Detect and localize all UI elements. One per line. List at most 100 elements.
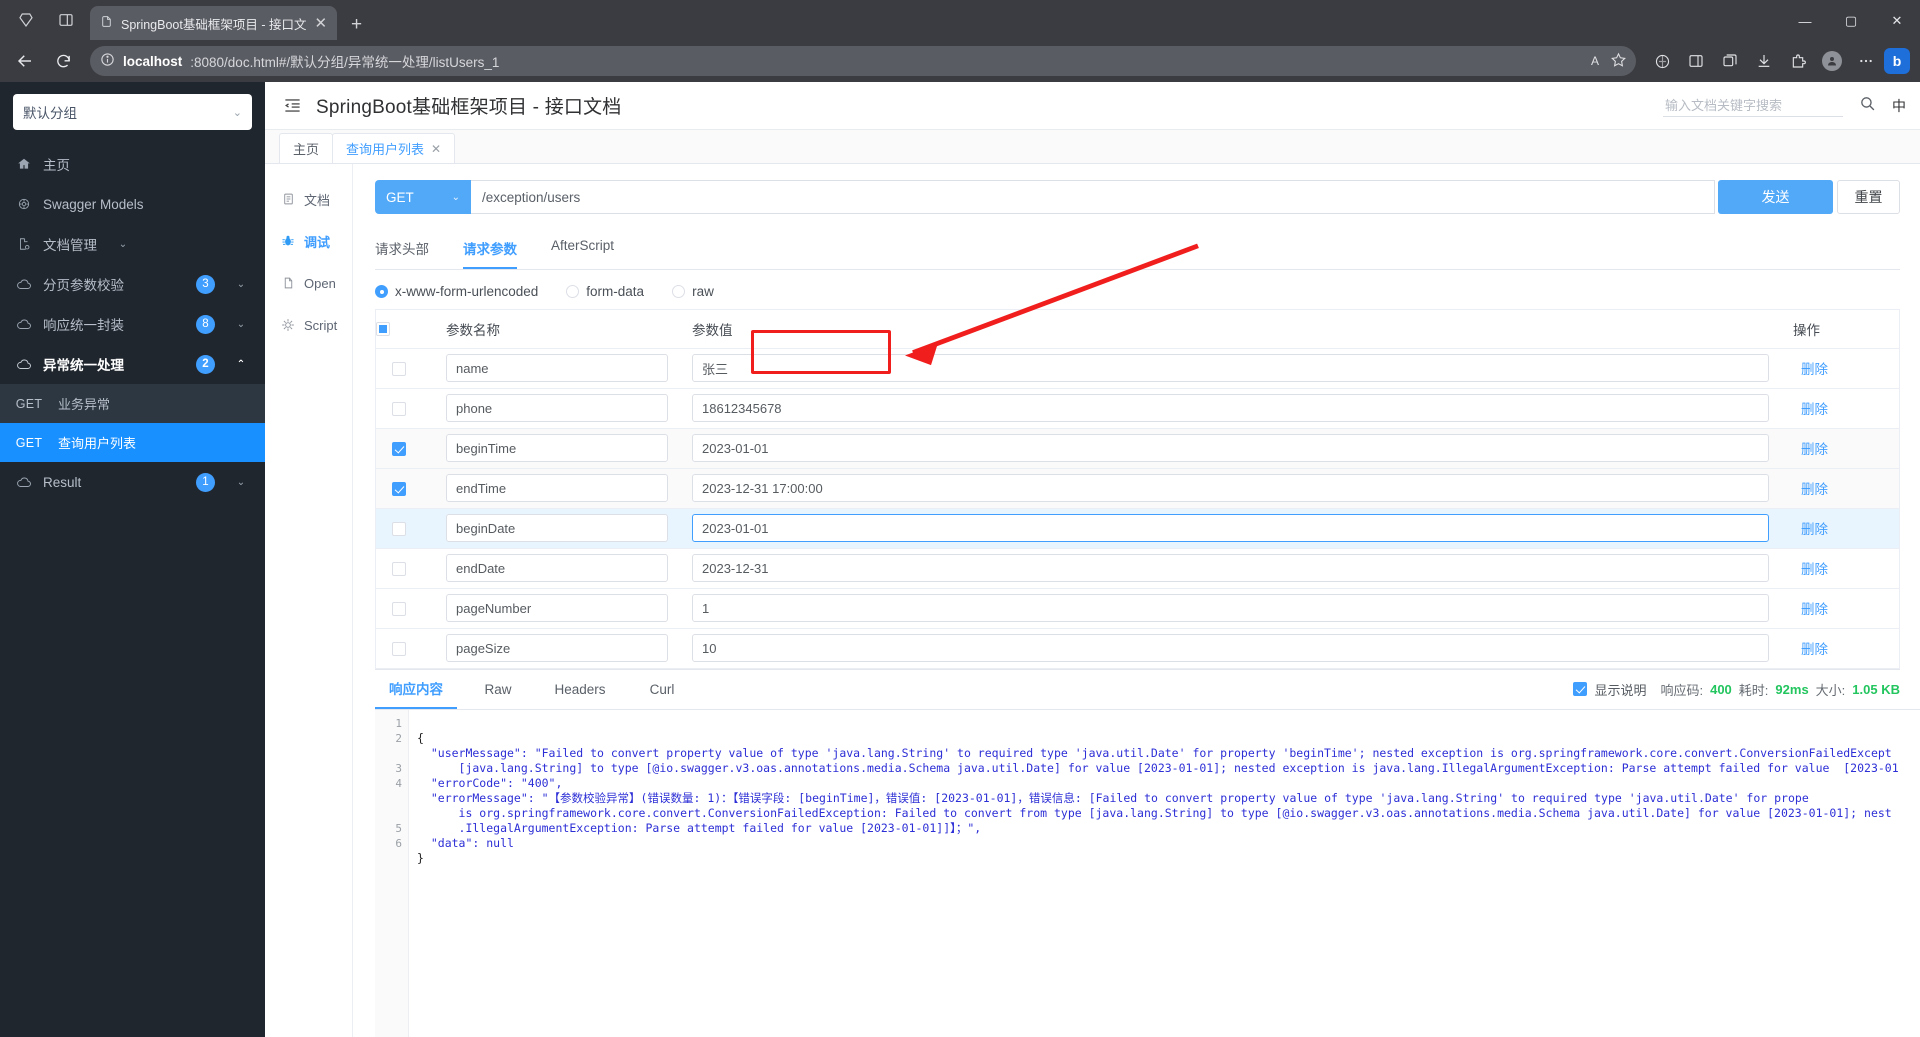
chevron-down-icon[interactable]: ⌄ bbox=[233, 319, 249, 330]
delete-link[interactable]: 删除 bbox=[1793, 362, 1828, 377]
param-value-cell[interactable]: 2023-12-31 bbox=[680, 548, 1781, 589]
param-value-cell[interactable]: 2023-12-31 17:00:00 bbox=[680, 468, 1781, 509]
info-icon[interactable] bbox=[100, 52, 115, 70]
chevron-down-icon[interactable]: ⌄ bbox=[115, 239, 131, 250]
param-value-cell[interactable]: 2023-01-01 bbox=[680, 508, 1781, 549]
row-checkbox[interactable] bbox=[392, 562, 406, 577]
sidebar-item-exception-handling[interactable]: 异常统一处理 2 ⌃ bbox=[0, 344, 265, 384]
row-checkbox-cell[interactable] bbox=[376, 388, 434, 429]
tab-after-script[interactable]: AfterScript bbox=[551, 238, 614, 269]
row-checkbox[interactable] bbox=[392, 362, 406, 377]
radio-form-data[interactable]: form-data bbox=[566, 284, 644, 299]
param-name-cell[interactable]: beginDate bbox=[434, 508, 680, 549]
row-checkbox[interactable] bbox=[392, 602, 406, 617]
radio-raw[interactable]: raw bbox=[672, 284, 714, 299]
sidebar-api-business-exception[interactable]: GET 业务异常 bbox=[0, 384, 265, 423]
param-name-cell[interactable]: endTime bbox=[434, 468, 680, 509]
close-icon[interactable]: ✕ bbox=[314, 16, 327, 31]
sidebar-item-swagger-models[interactable]: Swagger Models bbox=[0, 184, 265, 224]
read-aloud-icon[interactable]: A bbox=[1591, 54, 1599, 68]
collapse-icon[interactable] bbox=[283, 96, 302, 115]
row-checkbox[interactable] bbox=[392, 482, 406, 497]
param-name-cell[interactable]: endDate bbox=[434, 548, 680, 589]
back-icon[interactable] bbox=[8, 46, 42, 76]
param-name-cell[interactable]: beginTime bbox=[434, 428, 680, 469]
param-value-cell[interactable]: 10 bbox=[680, 628, 1781, 669]
tab-response-curl[interactable]: Curl bbox=[621, 670, 703, 709]
row-checkbox-cell[interactable] bbox=[376, 588, 434, 629]
browser-tab[interactable]: SpringBoot基础框架项目 - 接口文 ✕ bbox=[90, 6, 338, 40]
delete-link[interactable]: 删除 bbox=[1793, 602, 1828, 617]
row-checkbox-cell[interactable] bbox=[376, 628, 434, 669]
window-close-button[interactable]: ✕ bbox=[1874, 6, 1920, 36]
send-button[interactable]: 发送 bbox=[1718, 180, 1833, 214]
rail-item-open[interactable]: Open bbox=[265, 262, 352, 304]
delete-link[interactable]: 删除 bbox=[1793, 562, 1828, 577]
sidebar-item-home[interactable]: 主页 bbox=[0, 144, 265, 184]
row-checkbox-cell[interactable] bbox=[376, 508, 434, 549]
extensions-icon[interactable] bbox=[1782, 46, 1814, 76]
rail-item-debug[interactable]: 调试 bbox=[265, 220, 352, 262]
tab-list-users[interactable]: 查询用户列表 ✕ bbox=[332, 133, 456, 163]
delete-link[interactable]: 删除 bbox=[1793, 442, 1828, 457]
search-input[interactable] bbox=[1665, 98, 1841, 113]
param-value-cell[interactable]: 1 bbox=[680, 588, 1781, 629]
http-method-select[interactable]: GET ⌄ bbox=[375, 180, 471, 214]
tab-home[interactable]: 主页 bbox=[279, 133, 334, 163]
language-toggle[interactable]: 中 bbox=[1892, 96, 1906, 116]
row-checkbox[interactable] bbox=[392, 442, 406, 457]
doc-search[interactable] bbox=[1663, 94, 1843, 117]
downloads-icon[interactable] bbox=[1748, 46, 1780, 76]
sidebar-api-list-users[interactable]: GET 查询用户列表 bbox=[0, 423, 265, 462]
param-value-cell[interactable]: 2023-01-01 bbox=[680, 428, 1781, 469]
new-tab-button[interactable]: + bbox=[351, 15, 362, 34]
param-name-cell[interactable]: pageNumber bbox=[434, 588, 680, 629]
param-value-cell[interactable]: 18612345678 bbox=[680, 388, 1781, 429]
tab-response-headers[interactable]: Headers bbox=[539, 670, 621, 709]
row-checkbox[interactable] bbox=[392, 522, 406, 537]
delete-link[interactable]: 删除 bbox=[1793, 482, 1828, 497]
favorite-star-icon[interactable] bbox=[1611, 52, 1626, 70]
maximize-button[interactable]: ▢ bbox=[1828, 6, 1874, 36]
sidebar-item-result[interactable]: Result 1 ⌄ bbox=[0, 462, 265, 502]
rail-item-doc[interactable]: 文档 bbox=[265, 178, 352, 220]
sidebar-item-doc-manage[interactable]: 文档管理 ⌄ bbox=[0, 224, 265, 264]
tab-request-headers[interactable]: 请求头部 bbox=[375, 238, 429, 269]
sidebar-item-page-param-validate[interactable]: 分页参数校验 3 ⌄ bbox=[0, 264, 265, 304]
delete-link[interactable]: 删除 bbox=[1793, 402, 1828, 417]
delete-link[interactable]: 删除 bbox=[1793, 642, 1828, 657]
checkbox-show-description[interactable] bbox=[1573, 682, 1588, 696]
tab-response-body[interactable]: 响应内容 bbox=[375, 670, 457, 709]
radio-urlencoded[interactable]: x-www-form-urlencoded bbox=[375, 284, 538, 299]
chevron-up-icon[interactable]: ⌃ bbox=[233, 359, 249, 370]
response-code[interactable]: { "userMessage": "Failed to convert prop… bbox=[409, 710, 1920, 1037]
profile-avatar[interactable] bbox=[1816, 46, 1848, 76]
param-name-cell[interactable]: name bbox=[434, 348, 680, 389]
param-name-cell[interactable]: pageSize bbox=[434, 628, 680, 669]
group-select[interactable]: 默认分组 ⌄ bbox=[13, 94, 252, 130]
row-checkbox-cell[interactable] bbox=[376, 548, 434, 589]
settings-more-icon[interactable] bbox=[1850, 46, 1882, 76]
row-checkbox[interactable] bbox=[392, 402, 406, 417]
tab-collections-icon[interactable] bbox=[6, 3, 46, 37]
reset-button[interactable]: 重置 bbox=[1837, 180, 1900, 214]
sidebar-item-response-wrap[interactable]: 响应统一封装 8 ⌄ bbox=[0, 304, 265, 344]
copilot-icon[interactable] bbox=[1646, 46, 1678, 76]
chevron-down-icon[interactable]: ⌄ bbox=[233, 279, 249, 290]
sidebar-panel-icon[interactable] bbox=[1680, 46, 1712, 76]
checkbox-select-all[interactable] bbox=[376, 322, 390, 337]
rail-item-script[interactable]: Script bbox=[265, 304, 352, 346]
tab-request-params[interactable]: 请求参数 bbox=[463, 238, 517, 269]
request-url-input[interactable]: /exception/users bbox=[471, 180, 1715, 214]
address-bar[interactable]: localhost:8080/doc.html#/默认分组/异常统一处理/lis… bbox=[90, 46, 1636, 76]
split-screen-icon[interactable] bbox=[46, 3, 86, 37]
param-value-cell[interactable]: 张三 bbox=[680, 348, 1781, 389]
select-all-header[interactable] bbox=[376, 310, 434, 349]
row-checkbox-cell[interactable] bbox=[376, 348, 434, 389]
param-name-cell[interactable]: phone bbox=[434, 388, 680, 429]
bing-icon[interactable]: b bbox=[1884, 48, 1910, 74]
reload-icon[interactable] bbox=[46, 46, 80, 76]
row-checkbox-cell[interactable] bbox=[376, 428, 434, 469]
delete-link[interactable]: 删除 bbox=[1793, 522, 1828, 537]
search-icon[interactable] bbox=[1859, 95, 1876, 117]
